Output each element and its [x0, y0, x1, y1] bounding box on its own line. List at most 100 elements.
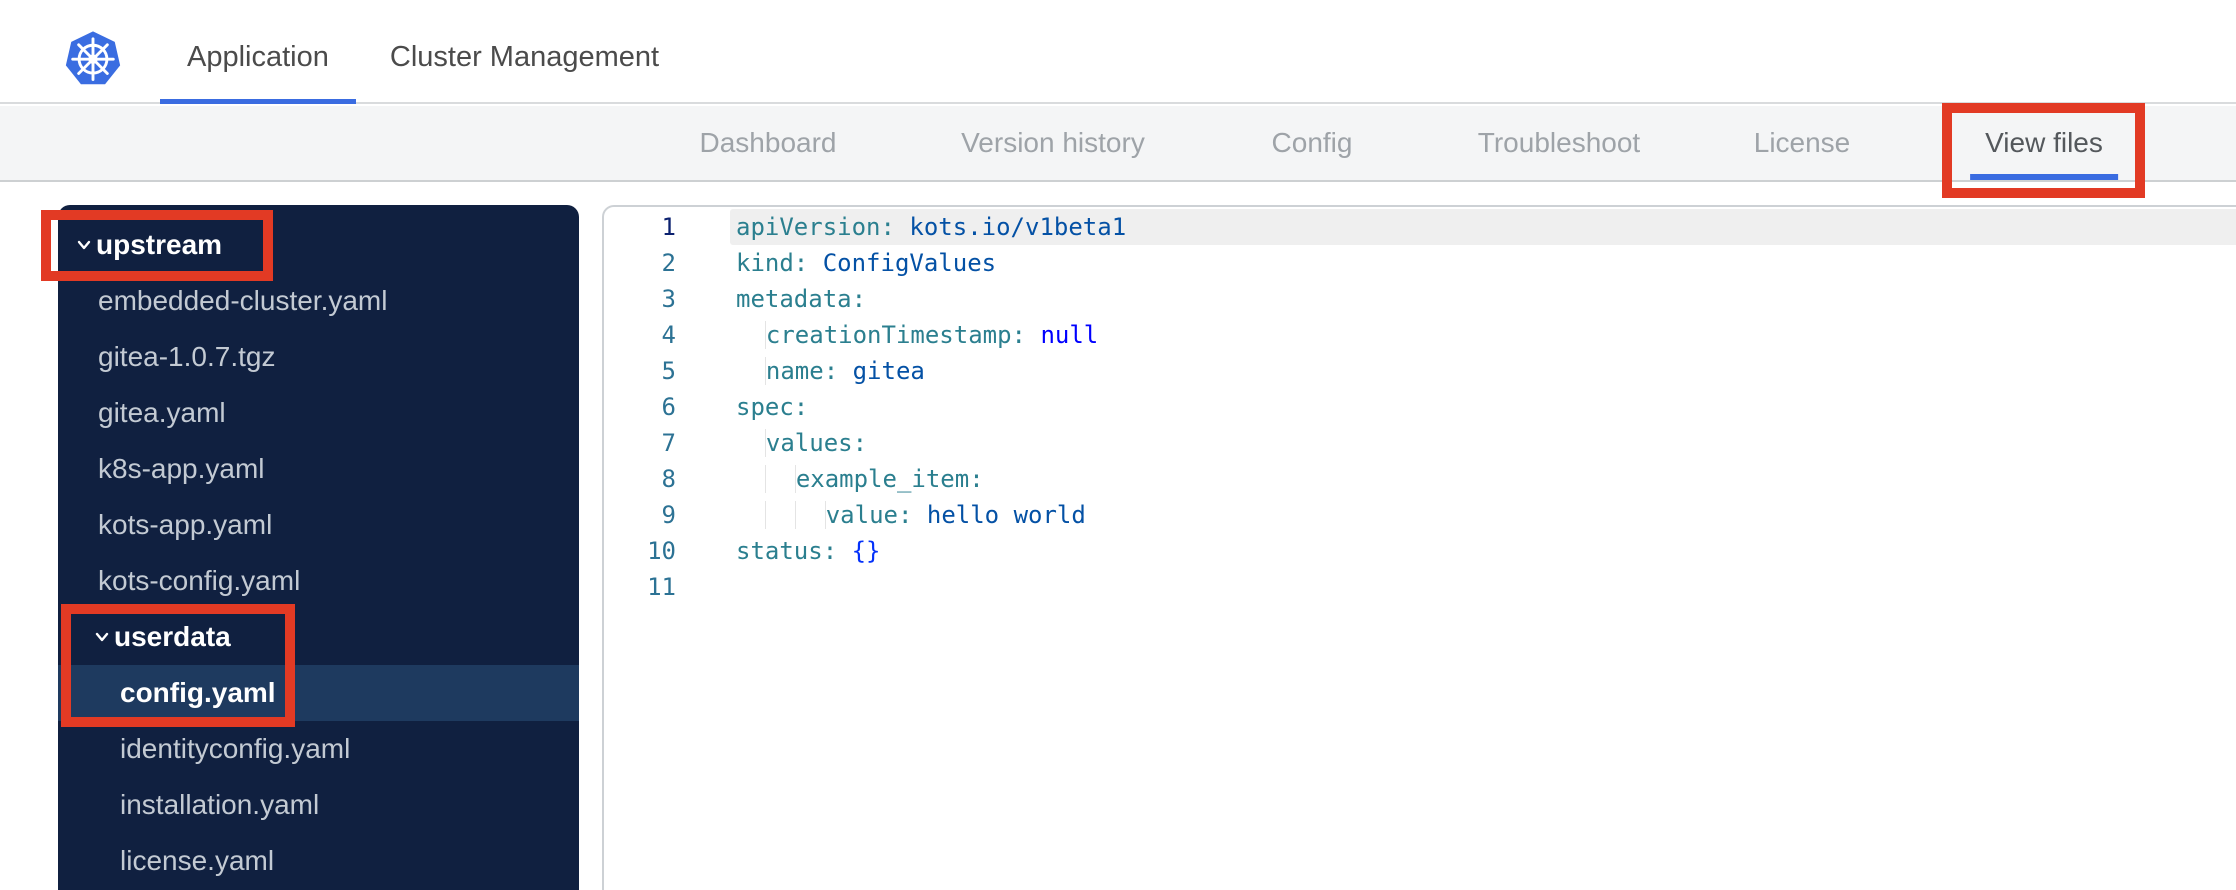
- token-kw: null: [1026, 321, 1099, 349]
- code-line-3[interactable]: 3 metadata:: [604, 281, 2236, 317]
- indent-guide: [795, 501, 826, 529]
- kubernetes-logo-icon: [64, 29, 122, 87]
- tab-dashboard[interactable]: Dashboard: [685, 106, 852, 180]
- code-line-8[interactable]: 8 example_item:: [604, 461, 2236, 497]
- tree-item-label: embedded-cluster.yaml: [98, 285, 388, 316]
- code-line-7[interactable]: 7 values:: [604, 425, 2236, 461]
- code-line-content: name: gitea: [730, 353, 2236, 389]
- token-key: values:: [765, 429, 868, 457]
- line-number: 5: [661, 357, 676, 385]
- token-str: ConfigValues: [808, 249, 997, 277]
- code-line-9[interactable]: 9 value: hello world: [604, 497, 2236, 533]
- file-tree-sidebar: upstream embedded-cluster.yaml gitea-1.0.7…: [58, 205, 579, 890]
- tree-file-identityconfig.yaml[interactable]: identityconfig.yaml: [58, 721, 579, 777]
- tree-file-embedded-cluster.yaml[interactable]: embedded-cluster.yaml: [58, 273, 579, 329]
- code-line-content: creationTimestamp: null: [730, 317, 2236, 353]
- tree-item-label: installation.yaml: [120, 789, 320, 820]
- code-line-content: [730, 569, 2236, 605]
- code-line-content: status: {}: [730, 533, 2236, 569]
- tree-folder-userdata[interactable]: userdata: [58, 609, 579, 665]
- tree-item-label: gitea-1.0.7.tgz: [98, 341, 276, 372]
- token-str: kots.io/v1beta1: [894, 213, 1127, 241]
- code-line-5[interactable]: 5 name: gitea: [604, 353, 2236, 389]
- code-line-content: spec:: [730, 389, 2236, 425]
- token-key: status:: [736, 537, 838, 565]
- line-number: 9: [661, 501, 676, 529]
- indent-guide: [736, 501, 766, 529]
- code-line-6[interactable]: 6 spec:: [604, 389, 2236, 425]
- app-sub-nav: Dashboard Version history Config Trouble…: [0, 106, 2236, 182]
- tab-license-label: License: [1753, 127, 1851, 158]
- line-number: 1: [661, 213, 676, 241]
- tree-item-label: license.yaml: [120, 845, 275, 876]
- line-number: 4: [661, 321, 676, 349]
- token-key: name:: [765, 357, 839, 385]
- tab-view-files-label: View files: [1985, 127, 2103, 158]
- code-line-content: metadata:: [730, 281, 2236, 317]
- tab-application-label: Application: [187, 40, 329, 73]
- line-number: 8: [661, 465, 676, 493]
- tab-config[interactable]: Config: [1257, 106, 1368, 180]
- tree-item-label: userdata: [114, 621, 231, 652]
- token-key: example_item:: [795, 465, 984, 493]
- tab-dashboard-label: Dashboard: [699, 127, 837, 158]
- tab-cluster-management[interactable]: Cluster Management: [363, 10, 686, 104]
- token-str: gitea: [838, 357, 925, 385]
- line-number: 2: [661, 249, 676, 277]
- line-number: 11: [647, 573, 676, 601]
- token-key: kind:: [736, 249, 809, 277]
- tree-file-config.yaml[interactable]: config.yaml: [58, 665, 579, 721]
- indent-guide: [765, 501, 796, 529]
- token-key: creationTimestamp:: [765, 321, 1026, 349]
- tab-troubleshoot[interactable]: Troubleshoot: [1463, 106, 1655, 180]
- line-number: 3: [661, 285, 676, 313]
- tree-file-kots-config.yaml[interactable]: kots-config.yaml: [58, 553, 579, 609]
- line-number: 7: [661, 429, 676, 457]
- token-key: value:: [825, 501, 913, 529]
- tree-file-kots-app.yaml[interactable]: kots-app.yaml: [58, 497, 579, 553]
- code-line-11[interactable]: 11: [604, 569, 2236, 605]
- token-str: hello world: [912, 501, 1086, 529]
- chevron-down-icon: [75, 236, 93, 254]
- chevron-down-icon: [93, 628, 111, 646]
- code-line-content: value: hello world: [730, 497, 2236, 533]
- tree-file-installation.yaml[interactable]: installation.yaml: [58, 777, 579, 833]
- yaml-editor[interactable]: 1 apiVersion: kots.io/v1beta1 2 kind: Confi…: [602, 205, 2236, 890]
- tree-file-gitea-1.0.7.tgz[interactable]: gitea-1.0.7.tgz: [58, 329, 579, 385]
- indent-guide: [736, 321, 766, 349]
- tree-item-label: kots-config.yaml: [98, 565, 301, 596]
- line-number: 10: [647, 537, 676, 565]
- indent-guide: [765, 465, 796, 493]
- tree-file-license.yaml[interactable]: license.yaml: [58, 833, 579, 889]
- tree-item-label: k8s-app.yaml: [98, 453, 265, 484]
- code-line-content: apiVersion: kots.io/v1beta1: [730, 209, 2236, 245]
- tab-cluster-management-label: Cluster Management: [389, 40, 660, 73]
- tree-item-label: identityconfig.yaml: [120, 733, 351, 764]
- indent-guide: [736, 357, 766, 385]
- indent-guide: [736, 465, 766, 493]
- token-key: apiVersion:: [736, 213, 895, 241]
- line-number: 6: [661, 393, 676, 421]
- tab-application[interactable]: Application: [160, 10, 356, 104]
- tree-folder-upstream[interactable]: upstream: [58, 217, 579, 273]
- token-key: spec:: [736, 393, 809, 421]
- tab-config-label: Config: [1271, 127, 1353, 158]
- code-line-1[interactable]: 1 apiVersion: kots.io/v1beta1: [604, 209, 2236, 245]
- code-line-2[interactable]: 2 kind: ConfigValues: [604, 245, 2236, 281]
- app-header: Application Cluster Management: [0, 10, 2236, 104]
- code-line-10[interactable]: 10 status: {}: [604, 533, 2236, 569]
- tab-license[interactable]: License: [1739, 106, 1866, 180]
- tab-version-history-label: Version history: [961, 127, 1145, 158]
- tab-version-history[interactable]: Version history: [946, 106, 1160, 180]
- header-tabs: Application Cluster Management: [160, 10, 686, 104]
- tree-item-label: upstream: [96, 229, 223, 260]
- token-key: metadata:: [736, 285, 867, 313]
- tab-view-files[interactable]: View files: [1970, 106, 2118, 180]
- tab-troubleshoot-label: Troubleshoot: [1477, 127, 1641, 158]
- token-bracket: {}: [837, 537, 881, 565]
- code-line-4[interactable]: 4 creationTimestamp: null: [604, 317, 2236, 353]
- code-line-content: example_item:: [730, 461, 2236, 497]
- tree-file-k8s-app.yaml[interactable]: k8s-app.yaml: [58, 441, 579, 497]
- tree-file-gitea.yaml[interactable]: gitea.yaml: [58, 385, 579, 441]
- code-line-content: kind: ConfigValues: [730, 245, 2236, 281]
